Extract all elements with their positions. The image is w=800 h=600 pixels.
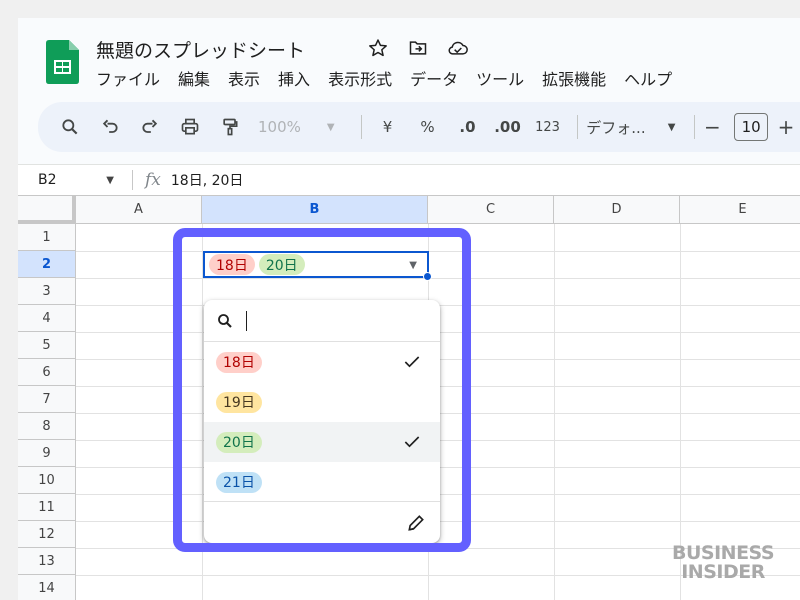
zoom-value: 100% (258, 118, 301, 136)
dropdown-search[interactable] (204, 300, 440, 342)
cell-b2-dropdown[interactable]: 18日 20日 ▼ (203, 251, 432, 281)
row-header-14[interactable]: 14 (18, 575, 76, 600)
menu-bar: ファイル 編集 表示 挿入 表示形式 データ ツール 拡張機能 ヘルプ (96, 66, 690, 90)
option-chip: 20日 (216, 431, 262, 453)
cell-reference: B2 (38, 172, 57, 188)
option-20[interactable]: 20日 (204, 422, 440, 462)
toolbar-divider (577, 115, 579, 139)
option-chip: 18日 (216, 351, 262, 373)
menu-help[interactable]: ヘルプ (624, 66, 681, 90)
google-sheets-window: 無題のスプレッドシート ファイル 編集 表示 挿入 表示形式 データ ツール 拡… (18, 18, 800, 600)
business-insider-watermark: BUSINESS INSIDER (672, 544, 775, 583)
menu-tools[interactable]: ツール (476, 66, 533, 90)
column-header-b[interactable]: B (202, 196, 428, 224)
column-gridline (202, 224, 203, 600)
dropdown-menu: 18日 19日 20日 21日 (204, 300, 440, 543)
spreadsheet-grid[interactable]: A B C D E 1 2 3 4 5 6 7 8 9 10 11 12 13 … (18, 196, 800, 600)
row-header-10[interactable]: 10 (18, 467, 76, 494)
row-header-13[interactable]: 13 (18, 548, 76, 575)
fx-icon: fx (145, 170, 161, 190)
option-19[interactable]: 19日 (204, 382, 440, 422)
menu-edit[interactable]: 編集 (178, 66, 219, 90)
column-gridline (554, 224, 555, 600)
row-header-1[interactable]: 1 (18, 224, 76, 251)
sheets-logo-icon[interactable] (46, 40, 79, 84)
row-header-3[interactable]: 3 (18, 278, 76, 305)
row-header-9[interactable]: 9 (18, 440, 76, 467)
menu-data[interactable]: データ (410, 66, 467, 90)
name-box-dropdown-icon[interactable]: ▼ (106, 175, 114, 186)
formula-divider (132, 170, 133, 190)
option-chip: 19日 (216, 391, 262, 413)
row-header-12[interactable]: 12 (18, 521, 76, 548)
font-dropdown-icon[interactable]: ▼ (662, 109, 682, 145)
chip-18: 18日 (209, 254, 255, 275)
currency-format-button[interactable]: ¥ (369, 109, 405, 145)
watermark-line2: INSIDER (681, 561, 765, 583)
print-icon[interactable] (172, 109, 208, 145)
fill-handle[interactable] (423, 272, 432, 281)
row-header-7[interactable]: 7 (18, 386, 76, 413)
checkmark-icon (404, 356, 420, 368)
zoom-dropdown-icon[interactable]: ▼ (313, 109, 349, 145)
row-gridline (76, 278, 800, 279)
menu-format[interactable]: 表示形式 (328, 66, 401, 90)
chevron-down-icon[interactable]: ▼ (409, 260, 417, 271)
menu-view[interactable]: 表示 (228, 66, 269, 90)
font-size-increase-button[interactable]: + (776, 109, 796, 145)
percent-format-button[interactable]: % (409, 109, 445, 145)
decrease-decimal-label: .0 (459, 118, 476, 136)
row-header-8[interactable]: 8 (18, 413, 76, 440)
option-21[interactable]: 21日 (204, 462, 440, 502)
row-header-2[interactable]: 2 (18, 251, 76, 278)
increase-decimal-label: .00 (494, 118, 521, 136)
decrease-decimal-button[interactable]: .0 (449, 109, 485, 145)
row-header-11[interactable]: 11 (18, 494, 76, 521)
row-gridline (76, 251, 800, 252)
toolbar: 100% ▼ ¥ % .0 .00 123 デフォ... ▼ − 10 + (38, 102, 800, 152)
formula-bar: B2 ▼ fx 18日, 20日 (18, 164, 800, 196)
select-all-corner[interactable] (18, 196, 76, 224)
paint-format-icon[interactable] (212, 109, 248, 145)
option-chip: 21日 (216, 471, 262, 493)
increase-decimal-button[interactable]: .00 (489, 109, 525, 145)
font-select[interactable]: デフォ... (586, 109, 657, 145)
pencil-icon[interactable] (406, 513, 426, 533)
text-cursor (246, 310, 247, 331)
name-box[interactable]: B2 ▼ (18, 172, 118, 188)
chip-20: 20日 (258, 254, 305, 275)
search-icon (218, 313, 232, 328)
dropdown-footer (204, 501, 440, 543)
option-18[interactable]: 18日 (204, 342, 440, 382)
column-header-d[interactable]: D (554, 196, 680, 224)
row-header-4[interactable]: 4 (18, 305, 76, 332)
toolbar-divider (360, 115, 362, 139)
number-format-button[interactable]: 123 (529, 109, 565, 145)
document-title[interactable]: 無題のスプレッドシート (96, 36, 305, 63)
checkmark-icon (404, 436, 420, 448)
column-header-c[interactable]: C (428, 196, 554, 224)
row-header-6[interactable]: 6 (18, 359, 76, 386)
cloud-status-icon[interactable] (446, 36, 470, 60)
font-size-input[interactable]: 10 (734, 113, 769, 141)
search-menus-icon[interactable] (52, 109, 88, 145)
font-value: デフォ... (586, 118, 646, 137)
menu-file[interactable]: ファイル (96, 66, 169, 90)
toolbar-divider (693, 115, 695, 139)
zoom-select[interactable]: 100% (252, 109, 309, 145)
app-header: 無題のスプレッドシート ファイル 編集 表示 挿入 表示形式 データ ツール 拡… (18, 18, 800, 98)
font-size-decrease-button[interactable]: − (702, 109, 722, 145)
menu-extensions[interactable]: 拡張機能 (542, 66, 615, 90)
star-icon[interactable] (366, 36, 390, 60)
formula-input[interactable]: 18日, 20日 (171, 170, 244, 190)
row-header-5[interactable]: 5 (18, 332, 76, 359)
redo-icon[interactable] (132, 109, 168, 145)
menu-insert[interactable]: 挿入 (278, 66, 319, 90)
column-header-e[interactable]: E (680, 196, 800, 224)
column-header-a[interactable]: A (76, 196, 202, 224)
undo-icon[interactable] (92, 109, 128, 145)
move-folder-icon[interactable] (406, 36, 430, 60)
